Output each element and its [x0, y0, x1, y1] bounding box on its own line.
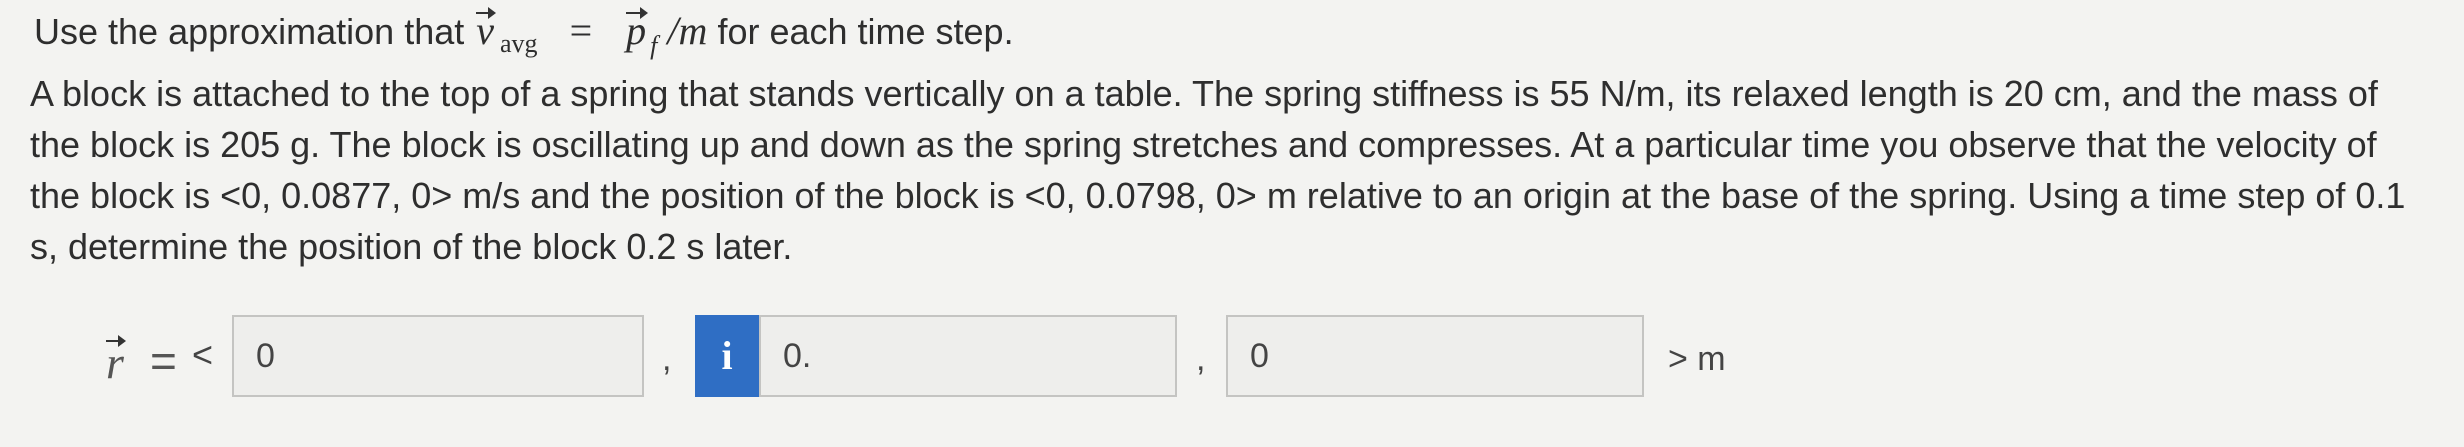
info-icon[interactable]: i [695, 315, 759, 397]
momentum-final-symbol: pf [624, 7, 658, 60]
position-vector-arrow: r [105, 335, 126, 388]
velocity-avg-symbol: v avg [474, 7, 538, 59]
momentum-subscript: f [650, 31, 658, 60]
velocity-vector-arrow: v [476, 7, 496, 53]
position-vector-symbol: r [104, 335, 126, 389]
momentum-vector-arrow: p [626, 7, 649, 53]
y-component-input[interactable]: 0. [759, 315, 1177, 397]
hint-prefix: Use the approximation that [34, 11, 475, 52]
velocity-subscript: avg [500, 29, 538, 58]
approximation-hint: Use the approximation that v avg = pf /m … [34, 7, 1014, 60]
answer-equals: = [150, 335, 177, 387]
comma-separator-2: , [1196, 340, 1206, 378]
open-angle-bracket: < [192, 334, 214, 375]
mass-symbol: m [678, 8, 708, 53]
divide-symbol: / [667, 8, 679, 53]
z-component-input[interactable]: 0 [1226, 315, 1644, 397]
unit-label: > m [1668, 340, 1726, 378]
comma-separator-1: , [662, 340, 672, 378]
hint-suffix: for each time step. [717, 11, 1014, 52]
problem-statement: A block is attached to the top of a spri… [30, 73, 2406, 267]
hint-equals: = [569, 8, 593, 53]
answer-row: r = < 0 , i 0. , 0 > m [0, 310, 2464, 410]
x-component-input[interactable]: 0 [232, 315, 644, 397]
